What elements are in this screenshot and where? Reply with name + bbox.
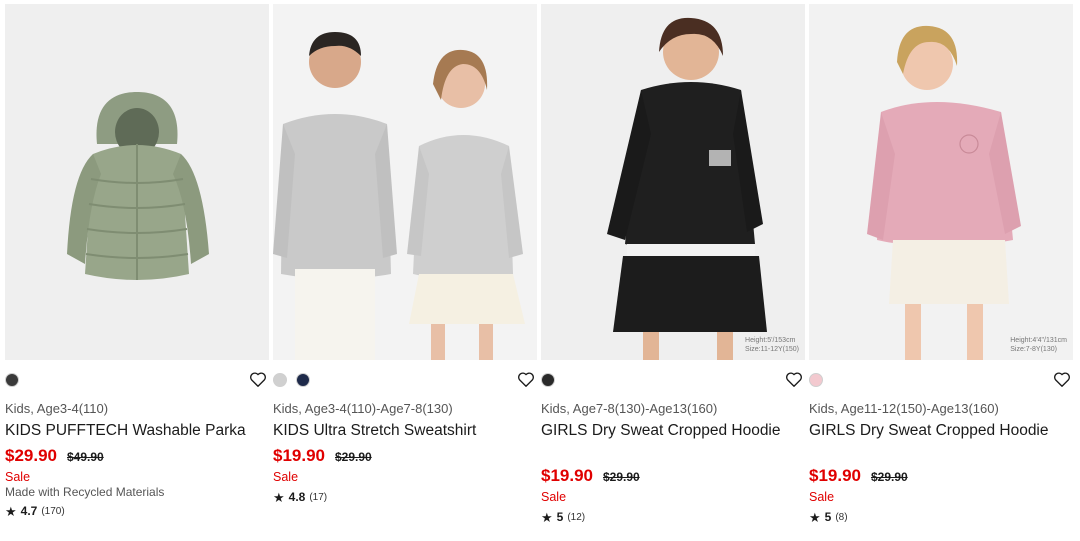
product-note: Made with Recycled Materials <box>5 485 165 499</box>
heart-outline-icon <box>518 372 534 387</box>
sale-label: Sale <box>541 490 567 504</box>
original-price: $29.90 <box>603 470 640 484</box>
heart-outline-icon <box>1054 372 1070 387</box>
sale-price: $19.90 <box>273 446 325 465</box>
price-row: $19.90 $29.90 <box>273 446 372 466</box>
product-name[interactable]: GIRLS Dry Sweat Cropped Hoodie <box>541 421 791 441</box>
review-count: (170) <box>41 505 65 517</box>
product-category: Kids, Age3-4(110) <box>5 401 109 416</box>
product-rating: ★ 5 (12) <box>541 510 585 524</box>
rating-value: 4.8 <box>288 490 306 504</box>
favorite-button[interactable] <box>1053 371 1073 389</box>
color-swatch[interactable] <box>5 373 19 387</box>
product-image[interactable]: Height:5'/153cm Size:11-12Y(150) <box>541 4 805 360</box>
sale-label: Sale <box>5 470 31 484</box>
color-swatch[interactable] <box>809 373 823 387</box>
rating-value: 5 <box>824 510 832 524</box>
star-icon: ★ <box>5 503 17 519</box>
color-swatch[interactable] <box>296 373 310 387</box>
heart-outline-icon <box>786 372 802 387</box>
color-swatch[interactable] <box>273 373 287 387</box>
original-price: $49.90 <box>67 450 104 464</box>
parka-illustration <box>5 4 269 360</box>
black-hoodie-model-illustration <box>541 4 805 360</box>
product-image[interactable] <box>5 4 269 360</box>
product-rating: ★ 5 (8) <box>809 510 848 524</box>
color-swatches <box>541 373 555 387</box>
product-category: Kids, Age3-4(110)-Age7-8(130) <box>273 401 453 416</box>
rating-value: 5 <box>556 510 564 524</box>
product-card[interactable]: Kids, Age3-4(110)-Age7-8(130) KIDS Ultra… <box>273 4 537 504</box>
product-category: Kids, Age7-8(130)-Age13(160) <box>541 401 718 416</box>
product-card[interactable]: Height:5'/153cm Size:11-12Y(150) Kids, A… <box>541 4 805 524</box>
product-card[interactable]: Height:4'4"/131cm Size:7-8Y(130) Kids, A… <box>809 4 1073 524</box>
original-price: $29.90 <box>335 450 372 464</box>
original-price: $29.90 <box>871 470 908 484</box>
price-row: $29.90 $49.90 <box>5 446 104 466</box>
price-row: $19.90 $29.90 <box>809 466 908 486</box>
sale-price: $19.90 <box>809 466 861 485</box>
color-swatches <box>5 373 19 387</box>
product-category: Kids, Age11-12(150)-Age13(160) <box>809 401 999 416</box>
pink-hoodie-model-illustration <box>809 4 1073 360</box>
review-count: (8) <box>835 511 848 523</box>
rating-value: 4.7 <box>20 504 38 518</box>
color-swatch[interactable] <box>541 373 555 387</box>
heart-outline-icon <box>250 372 266 387</box>
color-swatches <box>273 373 310 387</box>
product-rating: ★ 4.8 (17) <box>273 490 327 504</box>
review-count: (17) <box>309 491 328 503</box>
sale-label: Sale <box>809 490 835 504</box>
price-row: $19.90 $29.90 <box>541 466 640 486</box>
sweatshirt-models-illustration <box>273 4 537 360</box>
review-count: (12) <box>567 511 586 523</box>
sale-price: $19.90 <box>541 466 593 485</box>
favorite-button[interactable] <box>785 371 805 389</box>
star-icon: ★ <box>541 509 553 525</box>
star-icon: ★ <box>273 489 285 505</box>
model-height-note: Height:5'/153cm Size:11-12Y(150) <box>745 337 799 353</box>
sale-price: $29.90 <box>5 446 57 465</box>
model-height-note: Height:4'4"/131cm Size:7-8Y(130) <box>1010 337 1067 353</box>
product-rating: ★ 4.7 (170) <box>5 504 65 518</box>
sale-label: Sale <box>273 470 299 484</box>
product-name[interactable]: GIRLS Dry Sweat Cropped Hoodie <box>809 421 1059 441</box>
product-name[interactable]: KIDS Ultra Stretch Sweatshirt <box>273 421 523 441</box>
product-grid: Kids, Age3-4(110) KIDS PUFFTECH Washable… <box>5 4 1077 536</box>
color-swatches <box>809 373 823 387</box>
product-name[interactable]: KIDS PUFFTECH Washable Parka <box>5 421 255 441</box>
product-image[interactable] <box>273 4 537 360</box>
favorite-button[interactable] <box>249 371 269 389</box>
product-image[interactable]: Height:4'4"/131cm Size:7-8Y(130) <box>809 4 1073 360</box>
product-card[interactable]: Kids, Age3-4(110) KIDS PUFFTECH Washable… <box>5 4 269 518</box>
favorite-button[interactable] <box>517 371 537 389</box>
star-icon: ★ <box>809 509 821 525</box>
